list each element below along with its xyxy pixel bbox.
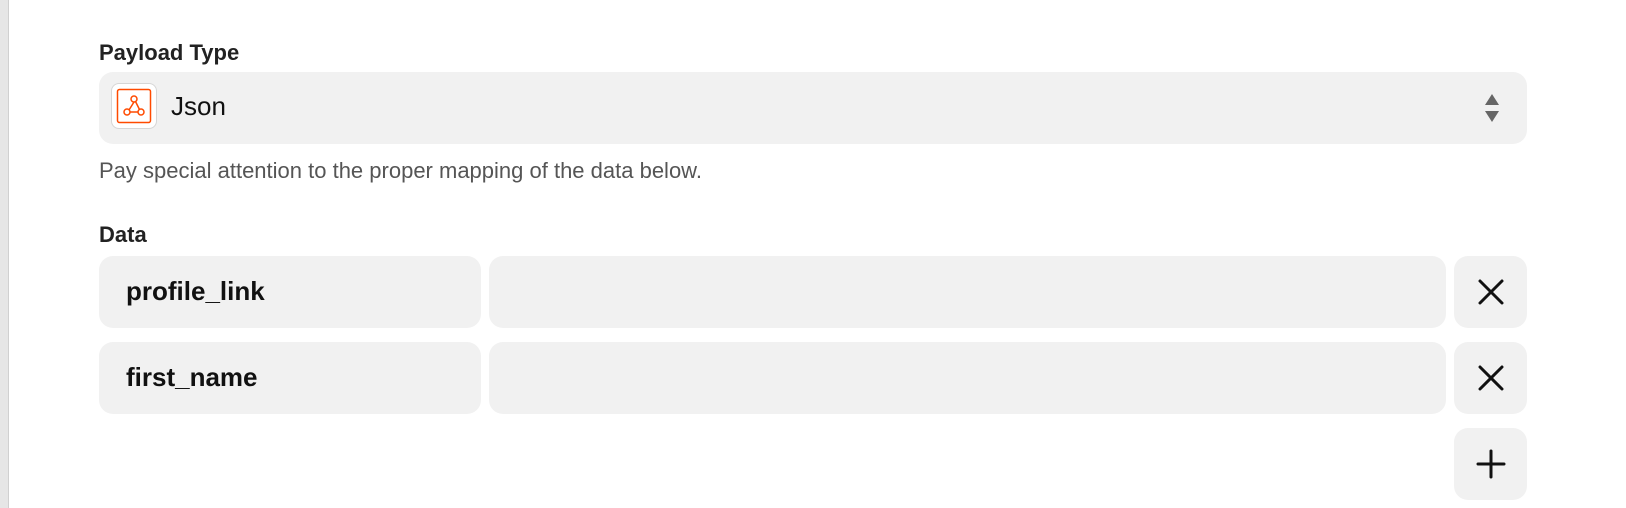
data-value-input[interactable] [489, 342, 1446, 414]
close-icon [1478, 279, 1503, 305]
data-key-field[interactable]: profile_link [99, 256, 481, 328]
payload-type-help-text: Pay special attention to the proper mapp… [99, 158, 702, 183]
payload-type-select[interactable]: Json [99, 72, 1527, 144]
sort-arrows-icon [1485, 94, 1499, 122]
data-key-field[interactable]: first_name [99, 342, 481, 414]
data-value-input[interactable] [489, 256, 1446, 328]
form-panel: Payload Type Json Pay special attention … [8, 0, 1626, 508]
webhook-icon [111, 83, 157, 129]
remove-row-button[interactable] [1454, 342, 1527, 414]
data-key-text: profile_link [126, 276, 265, 306]
plus-icon [1476, 449, 1505, 479]
data-key-text: first_name [126, 362, 258, 392]
data-label: Data [99, 222, 147, 247]
add-row-button[interactable] [1454, 428, 1527, 500]
close-icon [1478, 365, 1503, 391]
payload-type-value: Json [171, 91, 226, 121]
payload-type-label: Payload Type [99, 40, 240, 65]
remove-row-button[interactable] [1454, 256, 1527, 328]
